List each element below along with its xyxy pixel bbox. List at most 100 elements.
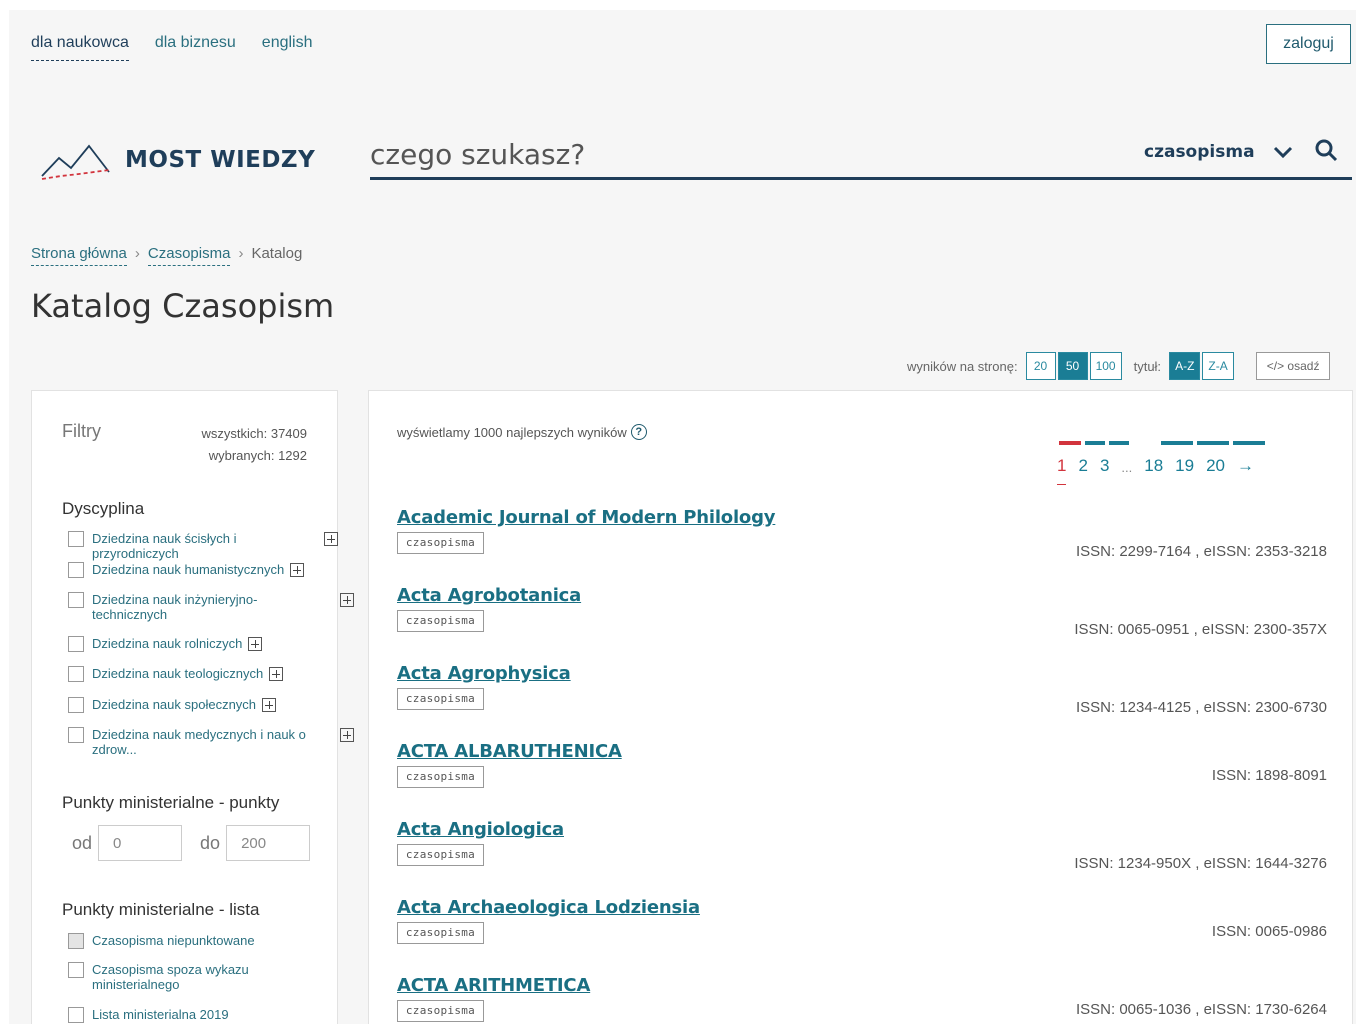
breadcrumb-journals[interactable]: Czasopisma [147,245,231,266]
journal-title-link[interactable]: ACTA ARITHMETICA [397,975,590,996]
results-panel: wyświetlamy 1000 najlepszych wyników ? 1… [368,390,1353,1024]
filter-label: Lista ministerialna 2019 [92,1007,229,1022]
points-from-input[interactable] [98,825,183,861]
search-category-label: czasopisma [1144,142,1255,162]
plus-expand-icon[interactable] [340,593,354,607]
list-item: Acta Angiologica czasopisma ISSN: 1234-9… [397,819,1327,872]
page-19-link[interactable]: 19 [1175,456,1194,485]
checkbox[interactable] [68,636,84,652]
pagination-bar [1085,441,1105,445]
search-bar: czasopisma [370,128,1352,180]
filters-counts: wszystkich: 37409 wybranych: 1292 [202,423,308,467]
breadcrumb-separator: › [134,245,140,262]
list-heading: Punkty ministerialne - lista [62,900,260,919]
filter-discipline-engineering[interactable]: Dziedzina nauk inżynieryjno-technicznych [68,592,354,622]
journal-title-link[interactable]: Acta Agrobotanica [397,585,581,606]
plus-expand-icon[interactable] [290,563,305,577]
nav-link-business[interactable]: dla biznesu [155,34,236,61]
pagination-bar [1197,441,1229,445]
sort-az-button[interactable]: A-Z [1169,352,1201,380]
plus-expand-icon[interactable] [248,637,263,651]
filter-discipline-theology[interactable]: Dziedzina nauk teologicznych [68,666,338,682]
logo-text: MOST WIEDZY [125,147,316,173]
nav-link-scientist[interactable]: dla naukowca [31,34,129,61]
logo[interactable]: MOST WIEDZY [39,140,315,180]
checkbox[interactable] [68,1007,84,1023]
list-item: ACTA ALBARUTHENICA czasopisma ISSN: 1898… [397,741,1327,788]
checkbox[interactable] [68,592,84,608]
pagination-bars [1059,441,1269,445]
login-button[interactable]: zaloguj [1266,24,1351,64]
page-2-link[interactable]: 2 [1078,456,1087,485]
filter-label: Dziedzina nauk teologicznych [92,666,264,681]
arrow-right-icon[interactable]: → [1237,456,1254,485]
per-page-20-button[interactable]: 20 [1025,352,1056,380]
issn-text: ISSN: 0065-0986 [1211,923,1327,940]
page-1-link[interactable]: 1 [1057,456,1067,485]
points-range: od do [72,825,328,861]
points-heading: Punkty ministerialne - punkty [62,793,280,812]
search-input[interactable] [370,134,1110,174]
journal-title-link[interactable]: Acta Archaeologica Lodziensia [397,897,700,918]
filter-list-unscored[interactable]: Czasopisma niepunktowane [68,933,338,949]
plus-expand-icon[interactable] [269,667,284,681]
embed-button[interactable]: </> osadź [1255,352,1331,380]
to-label: do [200,832,221,853]
pagination-bar [1233,441,1265,445]
plus-expand-icon[interactable] [324,532,338,546]
chevron-down-icon [1273,146,1292,159]
results-info-text: wyświetlamy 1000 najlepszych wyników [397,424,627,440]
list-item: ACTA ARITHMETICA czasopisma ISSN: 0065-1… [397,975,1327,1022]
list-item: Acta Agrophysica czasopisma ISSN: 1234-4… [397,663,1327,716]
per-page-100-button[interactable]: 100 [1089,352,1122,380]
points-to-input[interactable] [226,825,311,861]
page-18-link[interactable]: 18 [1144,456,1163,485]
filter-list-outside[interactable]: Czasopisma spoza wykazu ministerialnego [68,962,338,992]
journal-title-link[interactable]: ACTA ALBARUTHENICA [397,741,622,762]
checkbox[interactable] [68,531,84,547]
checkbox[interactable] [68,666,84,682]
help-icon[interactable]: ? [630,424,647,440]
journal-title-link[interactable]: Academic Journal of Modern Philology [397,507,776,528]
filter-discipline-science[interactable]: Dziedzina nauk ścisłych i przyrodniczych [68,531,338,561]
journal-title-link[interactable]: Acta Angiologica [397,819,564,840]
checkbox[interactable] [68,697,84,713]
results-info: wyświetlamy 1000 najlepszych wyników ? [397,424,647,440]
filter-discipline-social[interactable]: Dziedzina nauk społecznych [68,697,338,713]
checkbox[interactable] [68,933,84,949]
count-all: wszystkich: 37409 [201,426,308,441]
checkbox[interactable] [68,962,84,978]
page-title: Katalog Czasopism [31,287,335,325]
page-20-link[interactable]: 20 [1206,456,1225,485]
filter-discipline-agriculture[interactable]: Dziedzina nauk rolniczych [68,636,338,652]
sort-za-button[interactable]: Z-A [1202,352,1234,380]
checkbox[interactable] [68,727,84,743]
results-controls: wyników na stronę: 20 50 100 tytuł: A-Z … [907,352,1331,380]
breadcrumb-home[interactable]: Strona główna [31,245,127,266]
type-tag: czasopisma [397,688,484,710]
list-item: Acta Archaeologica Lodziensia czasopisma… [397,897,1327,944]
plus-expand-icon[interactable] [340,728,354,742]
page: dla naukowca dla biznesu english zaloguj… [9,10,1356,1024]
issn-text: ISSN: 1234-950X , eISSN: 1644-3276 [1074,855,1327,872]
checkbox[interactable] [68,562,84,578]
search-icon[interactable] [1314,138,1338,162]
nav-link-english[interactable]: english [262,34,313,61]
type-tag: czasopisma [397,610,484,632]
pagination-ellipsis: ... [1121,460,1133,475]
breadcrumb: Strona główna › Czasopisma › Katalog [31,245,302,266]
journal-title-link[interactable]: Acta Agrophysica [397,663,571,684]
filter-discipline-medical[interactable]: Dziedzina nauk medycznych i nauk o zdrow… [68,727,354,757]
plus-expand-icon[interactable] [262,698,277,712]
search-category-select[interactable]: czasopisma [1144,142,1293,162]
filter-label: Czasopisma spoza wykazu ministerialnego [92,962,249,992]
type-tag: czasopisma [397,922,484,944]
filter-label: Dziedzina nauk medycznych i nauk o zdrow… [92,727,306,757]
list-item: Acta Agrobotanica czasopisma ISSN: 0065-… [397,585,1327,638]
filter-discipline-humanities[interactable]: Dziedzina nauk humanistycznych [68,562,338,578]
per-page-50-button[interactable]: 50 [1057,352,1088,380]
pagination-bar [1059,441,1081,445]
page-3-link[interactable]: 3 [1100,456,1109,485]
filter-list-2019[interactable]: Lista ministerialna 2019 [68,1007,338,1023]
filter-label: Dziedzina nauk ścisłych i przyrodniczych [92,531,237,561]
